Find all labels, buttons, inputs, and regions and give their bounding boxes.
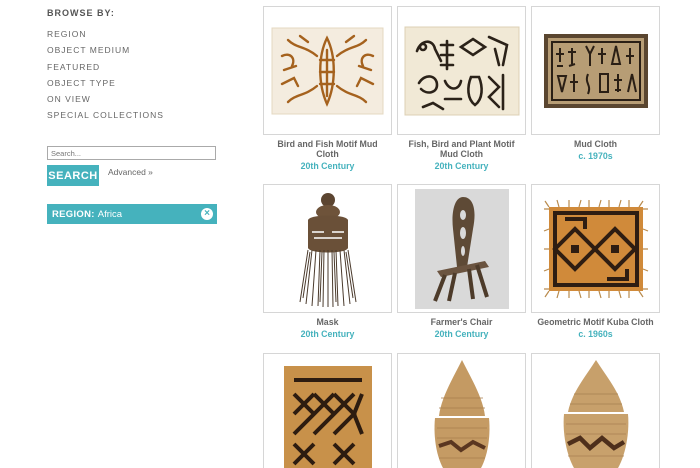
- mask-image: [299, 192, 356, 307]
- item-title[interactable]: Geometric Motif Kuba Cloth: [531, 317, 660, 327]
- item-title[interactable]: Mud Cloth: [531, 139, 660, 149]
- item-title[interactable]: Mask: [263, 317, 392, 327]
- mud-cloth-image: [271, 27, 384, 114]
- item-title[interactable]: Bird and Fish Motif Mud Cloth: [263, 139, 392, 159]
- browse-item-object-type[interactable]: OBJECT TYPE: [47, 75, 219, 91]
- item-thumbnail[interactable]: [263, 6, 392, 135]
- item-date: c. 1960s: [578, 329, 613, 339]
- active-filter-badge: REGION: Africa ×: [47, 204, 217, 224]
- woven-mat-image: [283, 366, 372, 468]
- chair-image: [414, 188, 509, 309]
- collection-item[interactable]: [397, 353, 526, 468]
- browse-item-on-view[interactable]: ON VIEW: [47, 91, 219, 107]
- browse-by-heading: BROWSE BY:: [47, 8, 115, 18]
- browse-item-special-collections[interactable]: SPECIAL COLLECTIONS: [47, 107, 219, 123]
- item-date: 20th Century: [300, 161, 355, 171]
- item-thumbnail[interactable]: [397, 6, 526, 135]
- collection-item[interactable]: [263, 353, 392, 468]
- mud-cloth-image: [543, 33, 648, 108]
- collection-item[interactable]: Farmer's Chair 20th Century: [397, 184, 526, 339]
- filter-key: REGION:: [52, 208, 95, 220]
- basket-image: [434, 360, 489, 468]
- search-input[interactable]: [47, 146, 216, 160]
- browse-item-region[interactable]: REGION: [47, 26, 219, 42]
- item-date: c. 1970s: [578, 151, 613, 161]
- sidebar: BROWSE BY: REGION OBJECT MEDIUM FEATURED…: [47, 8, 219, 224]
- collection-item[interactable]: Geometric Motif Kuba Cloth c. 1960s: [531, 184, 660, 339]
- item-title[interactable]: Farmer's Chair: [397, 317, 526, 327]
- close-circle-icon[interactable]: ×: [201, 208, 213, 220]
- item-thumbnail[interactable]: [531, 353, 660, 468]
- search-button[interactable]: SEARCH: [47, 165, 99, 186]
- collection-item[interactable]: Bird and Fish Motif Mud Cloth 20th Centu…: [263, 6, 392, 171]
- item-title[interactable]: Fish, Bird and Plant Motif Mud Cloth: [397, 139, 526, 159]
- browse-item-featured[interactable]: FEATURED: [47, 59, 219, 75]
- kuba-cloth-image: [543, 199, 648, 298]
- collection-item[interactable]: [531, 353, 660, 468]
- item-thumbnail[interactable]: [263, 353, 392, 468]
- item-date: 20th Century: [300, 329, 355, 339]
- browse-by-list: REGION OBJECT MEDIUM FEATURED OBJECT TYP…: [47, 26, 219, 124]
- item-thumbnail[interactable]: [397, 353, 526, 468]
- item-thumbnail[interactable]: [531, 184, 660, 313]
- mud-cloth-image: [404, 26, 519, 115]
- browse-item-object-medium[interactable]: OBJECT MEDIUM: [47, 42, 219, 58]
- basket-image: [563, 360, 628, 468]
- advanced-search-link[interactable]: Advanced »: [108, 167, 153, 177]
- item-thumbnail[interactable]: [263, 184, 392, 313]
- item-thumbnail[interactable]: [397, 184, 526, 313]
- item-date: 20th Century: [434, 161, 489, 171]
- filter-value: Africa: [97, 208, 123, 220]
- collection-item[interactable]: Fish, Bird and Plant Motif Mud Cloth 20t…: [397, 6, 526, 171]
- collection-item[interactable]: Mud Cloth c. 1970s: [531, 6, 660, 161]
- item-thumbnail[interactable]: [531, 6, 660, 135]
- collection-item[interactable]: Mask 20th Century: [263, 184, 392, 339]
- item-date: 20th Century: [434, 329, 489, 339]
